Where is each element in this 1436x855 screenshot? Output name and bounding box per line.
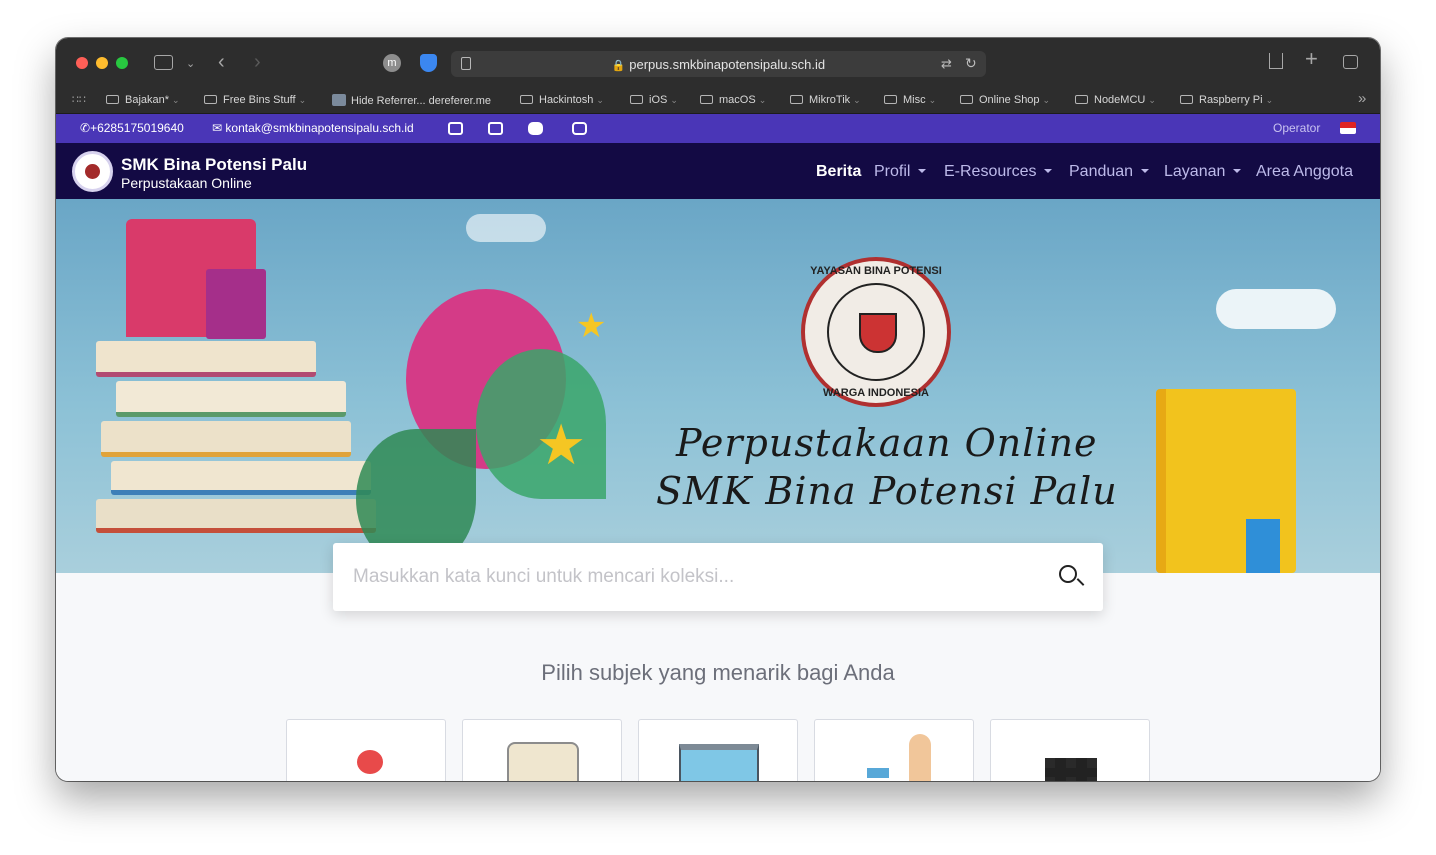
grid-icon: [1045, 758, 1097, 781]
browser-toolbar: ⌄ ‹ › m 🔒 perpus.smkbinapotensipalu.sch.…: [56, 38, 1380, 88]
seal-emblem: [827, 283, 925, 381]
folder-icon: [204, 95, 217, 104]
nav-profil[interactable]: Profil: [874, 163, 927, 181]
subject-card[interactable]: [638, 719, 798, 781]
bookmark-link[interactable]: Hide Referrer... dereferer.me: [332, 94, 491, 107]
share-icon[interactable]: [1269, 53, 1283, 69]
tab-overview-icon[interactable]: [1343, 55, 1358, 69]
contact-topbar: ✆+6285175019640 ✉ kontak@smkbinapotensip…: [56, 114, 1380, 143]
scroll-icon: [507, 742, 579, 781]
bookmark-folder[interactable]: Hackintosh ⌄: [520, 94, 604, 106]
bookmark-folder[interactable]: MikroTik ⌄: [790, 94, 861, 106]
bookmark-folder[interactable]: Free Bins Stuff ⌄: [204, 94, 306, 106]
translate-icon[interactable]: ⇄: [941, 56, 952, 72]
nav-e-resources[interactable]: E-Resources: [944, 163, 1053, 181]
search-icon: [1059, 565, 1077, 583]
twitter-icon[interactable]: [488, 122, 503, 135]
envelope-icon: ✉: [212, 121, 223, 135]
instagram-icon[interactable]: [572, 122, 587, 135]
site-favicon-icon: [332, 94, 346, 106]
apple-icon: [357, 750, 383, 774]
bookmark-folder[interactable]: Bajakan* ⌄: [106, 94, 180, 106]
pencil-icon: [909, 734, 931, 781]
subject-card[interactable]: [286, 719, 446, 781]
phone-icon: ✆: [80, 121, 91, 135]
more-bookmarks-icon[interactable]: »: [1358, 90, 1366, 107]
folder-icon: [520, 95, 533, 104]
caret-down-icon: [1141, 169, 1150, 173]
garuda-shield-icon: [859, 313, 897, 353]
search-button[interactable]: [1057, 563, 1087, 593]
address-bar[interactable]: 🔒 perpus.smkbinapotensipalu.sch.id ⇄ ↻: [451, 51, 986, 77]
folder-icon: [960, 95, 973, 104]
bookmarks-bar: ∷∷ Bajakan* ⌄ Free Bins Stuff ⌄ Hide Refer…: [56, 88, 1380, 114]
subject-card[interactable]: [462, 719, 622, 781]
hero-title-line1: Perpustakaan Online: [676, 421, 1098, 465]
reload-icon[interactable]: ↻: [965, 55, 977, 72]
lock-icon: 🔒: [611, 60, 626, 72]
hero-title-line2: SMK Bina Potensi Palu: [656, 469, 1118, 513]
folder-icon: [790, 95, 803, 104]
minimize-window-button[interactable]: [96, 57, 108, 69]
phone-contact[interactable]: ✆+6285175019640: [80, 121, 184, 135]
folder-icon: [630, 95, 643, 104]
email-contact[interactable]: ✉ kontak@smkbinapotensipalu.sch.id: [212, 121, 414, 135]
folder-icon: [1075, 95, 1088, 104]
zoom-window-button[interactable]: [116, 57, 128, 69]
search-box: [333, 543, 1103, 611]
facebook-icon[interactable]: [448, 122, 463, 135]
search-input[interactable]: [353, 563, 1033, 591]
subject-card[interactable]: [990, 719, 1150, 781]
folder-icon: [106, 95, 119, 104]
apps-grid-icon[interactable]: ∷∷: [72, 93, 86, 106]
caret-down-icon: [918, 169, 927, 173]
youtube-icon[interactable]: [528, 122, 543, 135]
bookmark-folder[interactable]: Misc ⌄: [884, 94, 936, 106]
new-tab-icon[interactable]: +: [1305, 48, 1318, 70]
folder-icon: [884, 95, 897, 104]
url-text: perpus.smkbinapotensipalu.sch.id: [629, 57, 826, 72]
hero-banner: ★ ★ YAYASAN BINA POTENSI WARGA INDONESIA…: [56, 199, 1380, 573]
subject-card[interactable]: [814, 719, 974, 781]
bookmark-folder[interactable]: Online Shop ⌄: [960, 94, 1050, 106]
privacy-shield-icon[interactable]: [420, 54, 437, 72]
sidebar-toggle-icon[interactable]: [154, 55, 173, 70]
back-icon[interactable]: ‹: [218, 52, 225, 72]
web-page: ✆+6285175019640 ✉ kontak@smkbinapotensip…: [56, 114, 1380, 781]
folder-icon: [700, 95, 713, 104]
close-window-button[interactable]: [76, 57, 88, 69]
caret-down-icon: [1233, 169, 1242, 173]
subject-heading: Pilih subjek yang menarik bagi Anda: [541, 660, 895, 685]
bookmark-folder[interactable]: NodeMCU ⌄: [1075, 94, 1156, 106]
chevron-down-icon[interactable]: ⌄: [186, 56, 195, 72]
folder-icon: [1180, 95, 1193, 104]
foundation-seal-logo: YAYASAN BINA POTENSI WARGA INDONESIA: [801, 257, 951, 407]
bookmark-folder[interactable]: Raspberry Pi ⌄: [1180, 94, 1273, 106]
brand-title[interactable]: SMK Bina Potensi Palu: [121, 155, 307, 175]
main-navbar: SMK Bina Potensi Palu Perpustakaan Onlin…: [56, 143, 1380, 199]
nav-panduan[interactable]: Panduan: [1069, 163, 1150, 181]
forward-icon[interactable]: ›: [254, 52, 261, 72]
bookmark-folder[interactable]: macOS ⌄: [700, 94, 766, 106]
operator-link[interactable]: Operator: [1273, 121, 1320, 135]
blackboard-icon: [679, 744, 759, 781]
profile-avatar[interactable]: m: [383, 54, 401, 72]
school-logo[interactable]: [72, 151, 113, 192]
nav-layanan[interactable]: Layanan: [1164, 163, 1242, 181]
nav-area-anggota[interactable]: Area Anggota: [1256, 163, 1353, 181]
indonesia-flag-icon[interactable]: [1340, 122, 1356, 134]
nav-berita[interactable]: Berita: [816, 163, 861, 181]
browser-window: ⌄ ‹ › m 🔒 perpus.smkbinapotensipalu.sch.…: [56, 38, 1380, 781]
brand-subtitle: Perpustakaan Online: [121, 175, 252, 191]
caret-down-icon: [1044, 169, 1053, 173]
bookmark-folder[interactable]: iOS ⌄: [630, 94, 678, 106]
